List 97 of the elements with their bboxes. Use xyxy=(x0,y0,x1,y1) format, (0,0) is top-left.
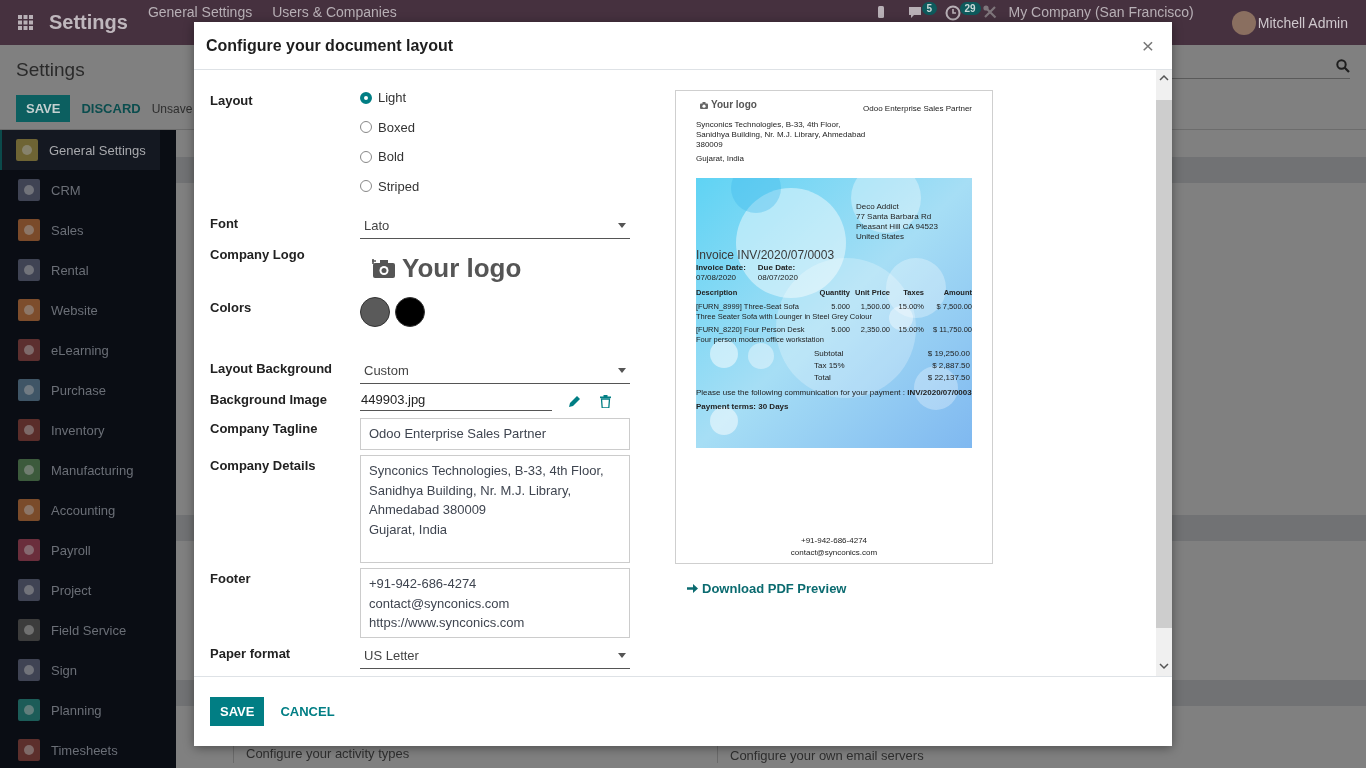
field-label: Paper format xyxy=(210,645,292,663)
sidebar-label: General Settings xyxy=(49,142,146,158)
sidebar-item[interactable]: Website xyxy=(0,290,160,330)
sidebar-item[interactable]: Timesheets xyxy=(0,730,160,768)
sidebar-item[interactable]: Manufacturing xyxy=(0,450,160,490)
sidebar-item[interactable]: Sign xyxy=(0,650,160,690)
radio-label: Bold xyxy=(378,149,405,165)
customer-line: Deco Addict xyxy=(856,202,900,212)
setting-description: Configure your own email servers xyxy=(730,748,924,763)
total-value: $ 19,250.00 xyxy=(927,348,970,360)
sidebar-label: Website xyxy=(51,302,98,318)
menu-item[interactable]: Users & Companies xyxy=(272,4,397,20)
save-button[interactable]: SAVE xyxy=(16,95,71,122)
sidebar-label: Inventory xyxy=(51,422,105,438)
sidebar-label: Timesheets xyxy=(51,742,118,758)
total-label: Subtotal xyxy=(814,348,845,360)
field-label: Company Tagline xyxy=(210,420,319,438)
select-field[interactable]: Custom xyxy=(360,358,630,384)
date-value: 08/07/2020 xyxy=(757,273,798,283)
logo-text: Your logo xyxy=(711,99,757,112)
field-label: Layout xyxy=(210,92,254,110)
address-line: Gujarat, India xyxy=(696,154,746,164)
customer-line: Pleasant Hill CA 94523 xyxy=(856,222,939,232)
sidebar-label: Purchase xyxy=(51,382,106,398)
sidebar-item[interactable]: Planning xyxy=(0,690,160,730)
status-text: Unsave xyxy=(151,101,193,116)
radio-label: Striped xyxy=(378,178,420,194)
input-field[interactable]: Odoo Enterprise Sales Partner xyxy=(360,418,630,450)
total-value: $ 2,887.50 xyxy=(932,360,970,372)
sidebar-label: Accounting xyxy=(51,502,116,518)
payment-communication: Please use the following communication for your payment : INV/2020/07/0003 xyxy=(696,388,972,398)
field-label: Layout Background xyxy=(210,360,334,378)
sidebar-item[interactable]: Payroll xyxy=(0,530,160,570)
sidebar-label: Rental xyxy=(51,262,89,278)
date-label: Due Date: xyxy=(757,263,797,273)
sidebar-label: Sign xyxy=(51,662,78,678)
sidebar-item[interactable]: Purchase xyxy=(0,370,160,410)
customer-line: United States xyxy=(856,232,906,242)
date-label: Invoice Date: xyxy=(696,263,746,273)
footer-line: contact@synconics.com xyxy=(789,547,879,559)
user-menu[interactable]: Mitchell Admin xyxy=(1257,14,1348,31)
sidebar-item[interactable]: Rental xyxy=(0,250,160,290)
sidebar-label: Field Service xyxy=(51,622,127,638)
field-label: Company Details xyxy=(210,457,317,475)
select-field[interactable]: Lato xyxy=(360,213,630,239)
customer-line: 77 Santa Barbara Rd xyxy=(856,212,933,222)
sidebar-item[interactable]: Inventory xyxy=(0,410,160,450)
date-value: 07/08/2020 xyxy=(696,273,738,283)
sidebar-label: Sales xyxy=(51,222,84,238)
count-badge: 29 xyxy=(959,2,981,15)
sidebar-item[interactable]: General Settings xyxy=(0,130,160,170)
select-field[interactable]: US Letter xyxy=(360,643,630,669)
save-button[interactable]: SAVE xyxy=(210,697,265,726)
download-link[interactable]: Download PDF Preview xyxy=(687,581,993,596)
sidebar-label: Planning xyxy=(51,702,102,718)
field-label: Company Logo xyxy=(210,246,306,264)
tagline-text: Odoo Enterprise Sales Partner xyxy=(863,104,972,114)
sidebar-label: eLearning xyxy=(51,342,109,358)
sidebar-item[interactable]: Sales xyxy=(0,210,160,250)
invoice-title: Invoice INV/2020/07/0003 xyxy=(696,248,836,262)
discard-button[interactable]: DISCARD xyxy=(81,101,141,116)
field-label: Colors xyxy=(210,299,253,317)
sidebar-label: CRM xyxy=(51,182,81,198)
page-title: Settings xyxy=(16,59,85,81)
address-line: Sanidhya Building, Nr. M.J. Library, Ahmedabad xyxy=(696,130,867,140)
close-button[interactable]: × xyxy=(1135,35,1160,56)
sidebar-item[interactable]: Accounting xyxy=(0,490,160,530)
company-switcher[interactable]: My Company (San Francisco) xyxy=(1008,4,1194,20)
sidebar-item[interactable]: eLearning xyxy=(0,330,160,370)
field-label: Footer xyxy=(210,570,252,588)
app-title: Settings xyxy=(49,11,128,34)
sidebar-item[interactable]: Project xyxy=(0,570,160,610)
field-label: Background Image xyxy=(210,391,329,409)
sidebar-item[interactable]: CRM xyxy=(0,170,160,210)
sidebar-label: Project xyxy=(51,582,92,598)
radio-label: Light xyxy=(378,90,407,106)
dialog-title: Configure your document layout xyxy=(206,36,455,55)
total-label: Tax 15% xyxy=(814,360,846,372)
text-area[interactable]: Synconics Technologies, B-33, 4th Floor, Sanidhya Building, Nr. M.J. Library, Ahmedabad 380009 Gujarat, India xyxy=(360,455,630,563)
setting-description: Configure your activity types xyxy=(246,746,410,761)
total-label: Total xyxy=(814,372,832,384)
text-area[interactable]: +91-942-686-4274 contact@synconics.com https://www.synconics.com xyxy=(360,568,630,638)
menu-item[interactable]: General Settings xyxy=(147,4,253,20)
total-value: $ 22,137.50 xyxy=(927,372,970,384)
address-line: 380009 xyxy=(696,140,724,150)
footer-line: +91-942-686-4274 xyxy=(799,535,869,547)
field-label: Font xyxy=(210,215,240,233)
sidebar-label: Payroll xyxy=(51,542,91,558)
sidebar-label: Manufacturing xyxy=(51,462,134,478)
logo-upload[interactable]: Your logo xyxy=(360,244,630,292)
payment-terms: Payment terms: 30 Days xyxy=(696,402,790,412)
sidebar-item[interactable]: Field Service xyxy=(0,610,160,650)
cancel-button[interactable]: CANCEL xyxy=(280,697,335,726)
radio-label: Boxed xyxy=(378,119,415,135)
file-field[interactable]: 449903.jpg xyxy=(360,391,552,411)
count-badge: 5 xyxy=(921,2,938,15)
address-line: Synconics Technologies, B-33, 4th Floor, xyxy=(696,120,842,130)
